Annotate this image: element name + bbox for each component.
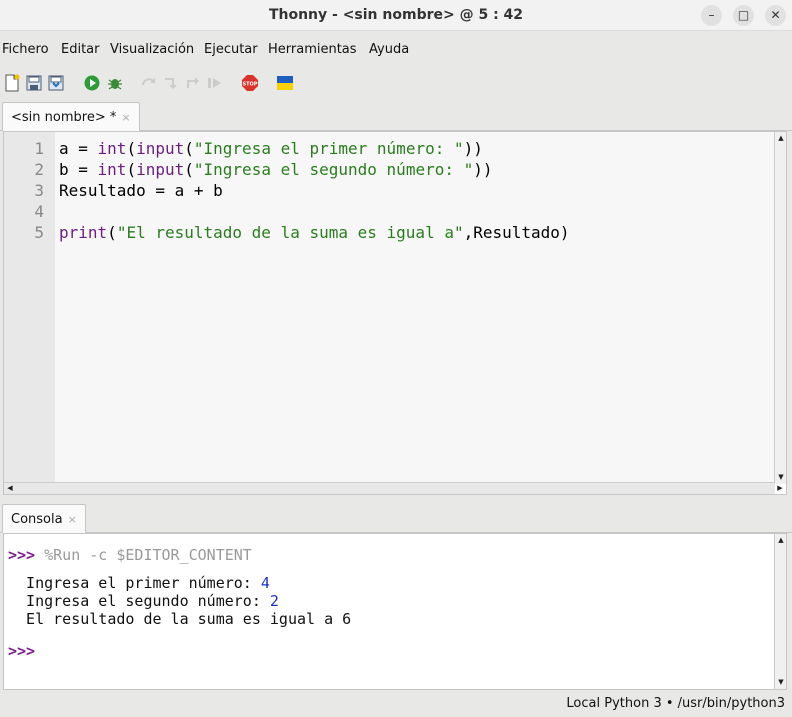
output-text: Ingresa el segundo número: [8,592,270,610]
close-tab-icon[interactable]: × [121,111,130,124]
code-line[interactable]: a = int(input("Ingresa el primer número:… [59,139,483,158]
new-file-icon[interactable] [3,74,21,92]
scroll-down-icon[interactable]: ▼ [776,677,786,687]
code-string: "Ingresa el primer número: " [193,139,464,158]
close-icon: ✕ [770,8,781,22]
input-value: 4 [260,574,270,592]
code-token: ( [107,223,117,242]
maximize-icon: □ [737,8,750,22]
code-token: Resultado = a + b [59,181,223,200]
close-tab-icon[interactable]: × [68,513,77,526]
line-number: 4 [34,202,44,221]
code-token: a = [59,139,98,158]
shell-console[interactable]: >>> %Run -c $EDITOR_CONTENT Ingresa el p… [3,533,787,690]
line-number: 2 [34,160,44,179]
minimize-button[interactable]: – [701,5,722,26]
console-prompt: >>> [8,642,36,660]
code-line[interactable]: Resultado = a + b [59,181,223,200]
interpreter-status[interactable]: Local Python 3 • /usr/bin/python3 [566,696,785,711]
scroll-up-icon[interactable]: ▲ [776,535,786,545]
line-number-gutter: 1 2 3 4 5 [4,132,55,484]
status-bar: Local Python 3 • /usr/bin/python3 [0,693,792,717]
code-token: )) [463,139,483,158]
console-tab-bar: Consola × [0,503,792,533]
code-keyword: print [59,223,108,242]
code-line[interactable]: print("El resultado de la suma es igual … [59,223,570,242]
input-value: 2 [269,592,279,610]
code-keyword: input [136,160,185,179]
menu-fichero[interactable]: Fichero [2,42,49,57]
line-number: 3 [34,181,44,200]
svg-text:STOP: STOP [243,82,258,88]
menu-bar: Fichero Editar Visualización Ejecutar He… [0,36,792,62]
ukraine-flag-icon[interactable] [276,74,294,92]
open-file-icon[interactable] [25,74,43,92]
menu-herramientas[interactable]: Herramientas [268,42,357,57]
console-command: %Run -c $EDITOR_CONTENT [35,546,252,564]
line-number: 5 [34,223,44,242]
run-icon[interactable] [83,74,101,92]
scroll-right-icon[interactable]: ▶ [775,483,785,494]
close-button[interactable]: ✕ [765,5,786,26]
tab-sin-nombre[interactable]: <sin nombre> * × [2,102,140,131]
minimize-icon: – [708,8,715,22]
code-token: ( [184,139,194,158]
maximize-button[interactable]: □ [733,5,754,26]
tab-label: <sin nombre> * [11,110,117,125]
scroll-down-icon[interactable]: ▼ [776,472,786,482]
debug-icon[interactable] [106,74,124,92]
title-bar: Thonny - <sin nombre> @ 5 : 42 – □ ✕ [0,0,792,31]
code-token: b = [59,160,98,179]
code-string: "El resultado de la suma es igual a" [116,223,464,242]
code-token: ( [184,160,194,179]
step-into-icon[interactable] [162,74,180,92]
editor-tab-bar: <sin nombre> * × [0,102,792,131]
save-file-icon[interactable] [47,74,65,92]
tab-label: Consola [11,512,63,527]
editor-horizontal-scrollbar[interactable]: ◀ ▶ [4,482,783,494]
code-editor[interactable]: 1 2 3 4 5 a = int(input("Ingresa el prim… [3,131,787,495]
menu-ayuda[interactable]: Ayuda [369,42,409,57]
code-keyword: int [97,160,127,179]
console-output-line: Ingresa el segundo número: 2 [8,592,279,610]
toolbar: STOP [0,70,792,98]
code-token: ,Resultado) [463,223,570,242]
output-text: Ingresa el primer número: [8,574,261,592]
tab-consola[interactable]: Consola × [2,504,86,533]
console-output-line: Ingresa el primer número: 4 [8,574,270,592]
code-keyword: int [97,139,127,158]
code-keyword: input [136,139,185,158]
code-token: ( [126,139,137,158]
step-out-icon[interactable] [184,74,202,92]
console-command-line: >>> %Run -c $EDITOR_CONTENT [8,546,252,564]
line-number: 1 [34,139,44,158]
scroll-up-icon[interactable]: ▲ [776,133,786,143]
scroll-left-icon[interactable]: ◀ [5,483,15,494]
console-vertical-scrollbar[interactable]: ▲ ▼ [774,534,786,689]
code-area[interactable]: a = int(input("Ingresa el primer número:… [55,132,775,484]
code-line[interactable]: b = int(input("Ingresa el segundo número… [59,160,493,179]
console-output-line: El resultado de la suma es igual a 6 [8,610,352,628]
console-input-line[interactable]: >>> [8,642,35,660]
code-token: ( [126,160,137,179]
menu-ejecutar[interactable]: Ejecutar [204,42,258,57]
step-over-icon[interactable] [140,74,158,92]
console-prompt: >>> [8,546,36,564]
code-token: )) [473,160,493,179]
window-title: Thonny - <sin nombre> @ 5 : 42 [268,7,524,23]
resume-icon[interactable] [206,74,224,92]
code-string: "Ingresa el segundo número: " [193,160,474,179]
menu-editar[interactable]: Editar [61,42,100,57]
stop-icon[interactable]: STOP [241,74,259,92]
menu-visualizacion[interactable]: Visualización [110,42,194,57]
editor-vertical-scrollbar[interactable]: ▲ ▼ [774,132,786,484]
